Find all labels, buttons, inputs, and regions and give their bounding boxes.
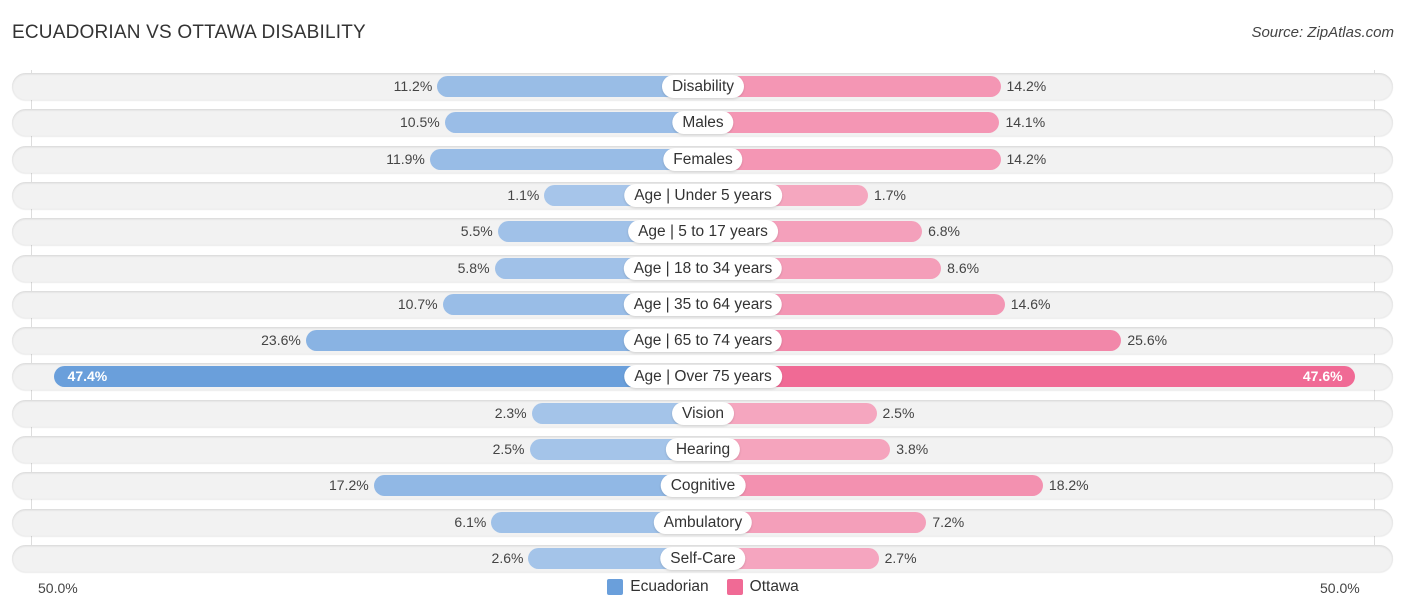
value-label-ottawa: 8.6% — [947, 259, 980, 276]
value-label-ottawa: 7.2% — [932, 513, 965, 530]
value-label-ecuadorian: 6.1% — [454, 513, 487, 530]
chart-area: 11.2% 14.2% Disability 10.5% 14.1% Males 11.9%… — [0, 0, 1406, 612]
category-label: Age | 18 to 34 years — [623, 256, 783, 280]
value-label-ottawa: 47.6% — [1302, 368, 1343, 385]
value-label-ottawa: 3.8% — [896, 441, 929, 457]
value-label-ecuadorian: 5.8% — [457, 259, 490, 276]
value-label-ottawa: 14.2% — [1006, 78, 1047, 94]
category-label: Hearing — [665, 438, 741, 461]
value-label-ottawa: 6.8% — [928, 223, 960, 240]
legend-item-ottawa[interactable]: Ottawa — [726, 578, 799, 596]
category-label: Age | Over 75 years — [624, 365, 782, 389]
legend-label-ecuadorian: Ecuadorian — [630, 578, 709, 595]
category-label: Age | 5 to 17 years — [628, 220, 778, 244]
value-label-ottawa: 14.6% — [1010, 295, 1051, 312]
value-label-ecuadorian: 11.2% — [393, 78, 433, 94]
bar-ottawa[interactable] — [703, 475, 1043, 497]
value-label-ottawa: 14.2% — [1006, 150, 1047, 167]
bar-ecuadorian[interactable] — [429, 148, 703, 170]
legend-label-ottawa: Ottawa — [749, 578, 799, 595]
category-label: Females — [663, 147, 743, 171]
bar-ottawa[interactable] — [703, 366, 1355, 388]
value-label-ecuadorian: 5.5% — [460, 223, 493, 240]
bar-ottawa[interactable] — [703, 76, 1001, 97]
value-label-ottawa: 2.7% — [884, 549, 917, 566]
category-label: Age | 65 to 74 years — [623, 329, 783, 353]
value-label-ottawa: 25.6% — [1127, 332, 1168, 349]
category-label: Vision — [672, 401, 734, 425]
value-label-ottawa: 2.5% — [882, 404, 915, 421]
category-label: Age | Under 5 years — [624, 183, 782, 207]
category-label: Age | 35 to 64 years — [623, 292, 783, 316]
category-label: Males — [672, 111, 734, 135]
value-label-ecuadorian: 47.4% — [67, 368, 108, 385]
value-label-ecuadorian: 2.5% — [492, 441, 525, 457]
category-label: Self-Care — [660, 546, 746, 570]
bar-ottawa[interactable] — [703, 112, 1000, 134]
value-label-ottawa: 18.2% — [1048, 477, 1089, 494]
value-label-ecuadorian: 17.2% — [328, 477, 369, 494]
value-label-ecuadorian: 23.6% — [261, 332, 301, 349]
value-label-ecuadorian: 11.9% — [386, 150, 425, 167]
legend-swatch-ottawa — [726, 579, 743, 595]
bar-ecuadorian[interactable] — [53, 366, 703, 388]
category-label: Ambulatory — [653, 510, 753, 534]
legend: Ecuadorian Ottawa — [0, 578, 1406, 596]
value-label-ecuadorian: 10.7% — [397, 295, 438, 312]
value-label-ecuadorian: 2.6% — [491, 549, 524, 566]
category-label: Disability — [661, 75, 745, 98]
bar-ottawa[interactable] — [703, 148, 1001, 170]
value-label-ecuadorian: 1.1% — [507, 186, 540, 203]
bar-ecuadorian[interactable] — [373, 475, 703, 497]
legend-item-ecuadorian[interactable]: Ecuadorian — [607, 578, 709, 596]
bar-ecuadorian[interactable] — [444, 112, 703, 134]
category-label: Cognitive — [660, 474, 746, 498]
legend-swatch-ecuadorian — [607, 579, 624, 595]
value-label-ecuadorian: 2.3% — [494, 404, 527, 421]
value-label-ecuadorian: 10.5% — [400, 114, 440, 131]
value-label-ottawa: 14.1% — [1005, 114, 1046, 131]
value-label-ottawa: 1.7% — [874, 186, 906, 203]
